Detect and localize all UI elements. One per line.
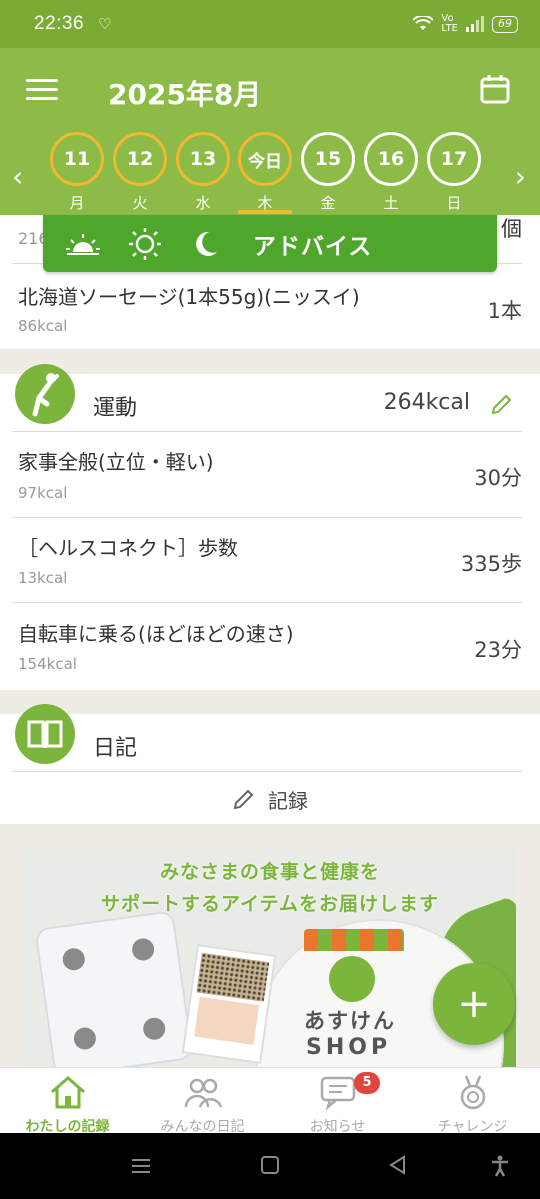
signal-icon	[466, 16, 484, 32]
home-icon	[50, 1076, 85, 1109]
exercise-card: 運動 264kcal 家事全般(立位・軽い) 97kcal 30分 ［ヘルスコネ…	[0, 364, 540, 690]
today-indicator	[238, 210, 292, 214]
advice-button[interactable]: アドバイス	[43, 215, 497, 272]
back-button-icon[interactable]	[388, 1155, 408, 1175]
notification-badge: 5	[354, 1072, 380, 1094]
tab-notifications[interactable]: お知らせ	[270, 1068, 405, 1135]
day-13[interactable]: 13 水	[176, 132, 230, 213]
medal-icon	[460, 1075, 485, 1110]
hamburger-menu-icon[interactable]	[26, 79, 58, 101]
battery-icon: 69	[492, 15, 518, 33]
apple-logo-icon	[329, 956, 375, 1002]
day-16[interactable]: 16 土	[364, 132, 418, 213]
day-11[interactable]: 11 月	[50, 132, 104, 213]
home-button-icon[interactable]	[260, 1155, 280, 1175]
bottom-navigation: わたしの記録 みんなの日記 お知らせ チャレンジ 5	[0, 1067, 540, 1135]
shop-banner[interactable]: みなさまの食事と健康を サポートするアイテムをお届けします あすけん SHOP	[24, 849, 516, 1067]
tab-everyone-diary[interactable]: みんなの日記	[135, 1068, 270, 1135]
day-15[interactable]: 15 金	[301, 132, 355, 213]
people-icon	[184, 1078, 222, 1108]
next-week-chevron-icon[interactable]: ›	[515, 160, 526, 193]
exercise-edit-pencil-icon[interactable]	[490, 392, 514, 416]
accessibility-icon[interactable]	[490, 1155, 510, 1177]
day-17[interactable]: 17 日	[427, 132, 481, 213]
sun-icon	[129, 227, 161, 260]
shop-name: あすけん	[304, 1009, 396, 1033]
prev-week-chevron-icon[interactable]: ‹	[12, 160, 23, 193]
food-prev-qty: 個	[501, 217, 522, 241]
diary-card: 日記 記録	[0, 704, 540, 824]
moon-icon	[196, 231, 217, 256]
calendar-icon[interactable]	[480, 74, 510, 104]
app-header: 2025年8月 ‹ › 11 月 12 火 13 水 今日 木 15 金 16 …	[0, 48, 540, 216]
day-12[interactable]: 12 火	[113, 132, 167, 213]
sunrise-icon	[66, 233, 100, 255]
exercise-total-kcal: 264kcal	[383, 390, 470, 415]
shop-sub: SHOP	[306, 1035, 392, 1060]
body-scale-image	[34, 909, 194, 1067]
advice-label: アドバイス	[253, 233, 373, 260]
book-icon	[15, 704, 75, 764]
add-fab-button[interactable]: +	[433, 963, 515, 1045]
volte-icon: Vo LTE	[441, 13, 458, 34]
heart-notification-icon: ♡	[98, 15, 112, 33]
day-today[interactable]: 今日 木	[238, 132, 292, 213]
banner-line1: みなさまの食事と健康を	[159, 861, 380, 883]
system-nav-bar	[0, 1133, 540, 1199]
exercise-icon	[15, 364, 75, 424]
record-label: 記録	[268, 788, 308, 813]
grain-bag-image	[181, 943, 277, 1065]
tab-my-record[interactable]: わたしの記録	[0, 1068, 135, 1135]
exercise-title: 運動	[93, 396, 138, 421]
month-title: 2025年8月	[108, 78, 262, 111]
tab-challenge[interactable]: チャレンジ	[405, 1068, 540, 1135]
status-time: 22:36	[34, 13, 85, 34]
diary-title: 日記	[93, 736, 138, 761]
pencil-icon	[233, 789, 254, 810]
banner-line2: サポートするアイテムをお届けします	[100, 893, 440, 915]
shop-awning-icon	[304, 929, 404, 951]
chat-bubble-icon	[320, 1076, 355, 1111]
wifi-icon	[413, 16, 434, 30]
diary-record-button[interactable]: 記録	[0, 774, 540, 824]
status-bar: 22:36 ♡ Vo LTE 69	[0, 0, 540, 48]
recent-apps-icon[interactable]	[130, 1155, 152, 1177]
